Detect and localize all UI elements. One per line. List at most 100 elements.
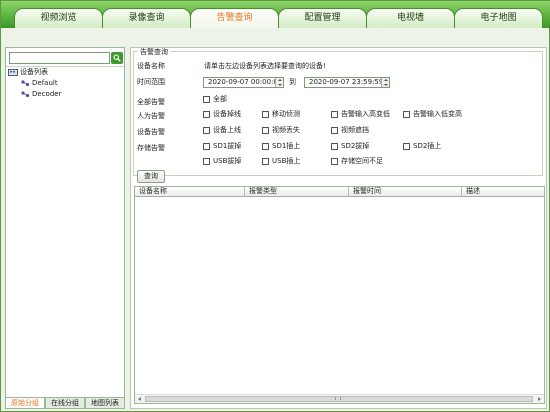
checkbox-box	[331, 158, 338, 165]
checkbox-all[interactable]: 全部	[203, 95, 227, 104]
group-node-icon	[21, 91, 30, 98]
column-header-alarm-type[interactable]: 报警类型	[245, 187, 349, 197]
device-name-hint: 请单击左边设备列表选择要查询的设备!	[204, 62, 326, 70]
checkbox-label: USB插上	[272, 157, 301, 165]
column-header-description[interactable]: 描述	[462, 187, 544, 197]
checkbox-input-high-to-low[interactable]: 告警输入高变低	[331, 110, 390, 119]
all-alarm-label: 全部告警	[137, 98, 165, 106]
checkbox-box	[331, 111, 338, 118]
checkbox-sd1-insert[interactable]: SD1插上	[262, 142, 300, 151]
tab-online-group[interactable]: 在线分组	[45, 397, 85, 409]
tab-video-browse[interactable]: 视频浏览	[14, 8, 103, 28]
device-alarm-label: 设备告警	[137, 128, 165, 136]
left-bottom-tabs: 原始分组 在线分组 地图列表	[5, 397, 125, 409]
alarm-query-group: 告警查询 设备名称 请单击左边设备列表选择要查询的设备! 时间范围 2020-0…	[133, 48, 543, 176]
checkbox-sd2-insert[interactable]: SD2插上	[403, 142, 441, 151]
checkbox-label: SD2插上	[413, 142, 442, 150]
end-time-picker[interactable]: 2020-09-07 23:59:59	[304, 77, 390, 88]
device-list-panel: 设备列表 Default Decoder	[5, 47, 125, 409]
checkbox-box	[262, 143, 269, 150]
storage-alarm-label: 存储告警	[137, 144, 165, 152]
checkbox-storage-low[interactable]: 存储空间不足	[331, 157, 383, 166]
tab-alarm-query[interactable]: 告警查询	[190, 8, 279, 28]
start-time-value: 2020-09-07 00:00:00	[208, 78, 283, 86]
table-header: 设备名称 报警类型 报警时间 描述	[135, 187, 544, 197]
checkbox-label: USB拔掉	[213, 157, 242, 165]
app-window: 视频浏览 录像查询 告警查询 配置管理 电视墙 电子地图 设备列表 Defaul…	[0, 0, 550, 412]
checkbox-label: 视频丢失	[272, 126, 300, 134]
checkbox-label: 告警输入高变低	[341, 110, 390, 118]
spin-icon[interactable]	[275, 78, 283, 87]
scroll-left-icon[interactable]	[138, 397, 141, 401]
checkbox-box	[203, 143, 210, 150]
checkbox-motion-detect[interactable]: 移动侦测	[262, 110, 300, 119]
search-icon	[113, 54, 121, 62]
checkbox-label: SD1拔掉	[213, 142, 242, 150]
checkbox-device-online[interactable]: 设备上线	[203, 126, 241, 135]
start-time-picker[interactable]: 2020-09-07 00:00:00	[203, 77, 284, 88]
checkbox-box	[203, 111, 210, 118]
device-search	[9, 52, 123, 64]
checkbox-box	[262, 127, 269, 134]
alarm-results-table: 设备名称 报警类型 报警时间 描述	[134, 186, 545, 404]
checkbox-device-offline[interactable]: 设备掉线	[203, 110, 241, 119]
checkbox-label: 移动侦测	[272, 110, 300, 118]
column-header-device[interactable]: 设备名称	[135, 187, 245, 197]
checkbox-box	[203, 96, 210, 103]
group-node-icon	[21, 80, 30, 87]
search-button[interactable]	[111, 52, 123, 64]
tree-root[interactable]: 设备列表	[8, 67, 124, 78]
checkbox-label: SD2拔掉	[341, 142, 370, 150]
query-button[interactable]: 查询	[137, 170, 165, 183]
checkbox-box	[203, 127, 210, 134]
checkbox-usb-remove[interactable]: USB拔掉	[203, 157, 241, 166]
scroll-right-icon[interactable]	[538, 397, 541, 401]
checkbox-sd2-remove[interactable]: SD2拔掉	[331, 142, 369, 151]
checkbox-label: 视频遮挡	[341, 126, 369, 134]
checkbox-label: 告警输入低变高	[413, 110, 462, 118]
tree-item-label: Decoder	[32, 90, 62, 98]
checkbox-label: 设备上线	[213, 126, 241, 134]
device-search-input[interactable]	[9, 52, 110, 64]
scroll-grip-icon	[335, 397, 341, 400]
tree-item-label: Default	[32, 79, 58, 87]
checkbox-input-low-to-high[interactable]: 告警输入低变高	[403, 110, 462, 119]
checkbox-video-blind[interactable]: 视频遮挡	[331, 126, 369, 135]
spin-icon[interactable]	[381, 78, 389, 87]
checkbox-box	[331, 127, 338, 134]
checkbox-usb-insert[interactable]: USB插上	[262, 157, 300, 166]
checkbox-box	[262, 111, 269, 118]
tab-config-manage[interactable]: 配置管理	[278, 8, 367, 28]
checkbox-box	[203, 158, 210, 165]
checkbox-box	[403, 111, 410, 118]
tree-root-label: 设备列表	[20, 68, 48, 76]
device-name-label: 设备名称	[137, 62, 165, 70]
device-list-icon	[8, 69, 18, 76]
tree-item-decoder[interactable]: Decoder	[8, 89, 124, 100]
checkbox-label: 全部	[213, 95, 227, 103]
tab-record-query[interactable]: 录像查询	[102, 8, 191, 28]
main-tab-bar: 视频浏览 录像查询 告警查询 配置管理 电视墙 电子地图	[1, 1, 550, 28]
checkbox-label: SD1插上	[272, 142, 301, 150]
checkbox-label: 设备掉线	[213, 110, 241, 118]
tab-map-list[interactable]: 地图列表	[85, 397, 125, 409]
manual-alarm-label: 人为告警	[137, 112, 165, 120]
alarm-query-panel: 告警查询 设备名称 请单击左边设备列表选择要查询的设备! 时间范围 2020-0…	[130, 47, 547, 409]
checkbox-box	[262, 158, 269, 165]
checkbox-box	[403, 143, 410, 150]
horizontal-scrollbar[interactable]	[135, 394, 544, 403]
tab-electronic-map[interactable]: 电子地图	[454, 8, 543, 28]
to-label: 到	[289, 78, 296, 86]
group-title: 告警查询	[138, 48, 170, 56]
device-tree: 设备列表 Default Decoder	[8, 67, 124, 100]
end-time-value: 2020-09-07 23:59:59	[309, 78, 384, 86]
tree-item-default[interactable]: Default	[8, 78, 124, 89]
checkbox-label: 存储空间不足	[341, 157, 383, 165]
checkbox-video-loss[interactable]: 视频丢失	[262, 126, 300, 135]
checkbox-sd1-remove[interactable]: SD1拔掉	[203, 142, 241, 151]
checkbox-box	[331, 143, 338, 150]
column-header-alarm-time[interactable]: 报警时间	[349, 187, 462, 197]
tab-tv-wall[interactable]: 电视墙	[366, 8, 455, 28]
tab-raw-group[interactable]: 原始分组	[5, 397, 45, 409]
time-range-label: 时间范围	[137, 78, 165, 86]
